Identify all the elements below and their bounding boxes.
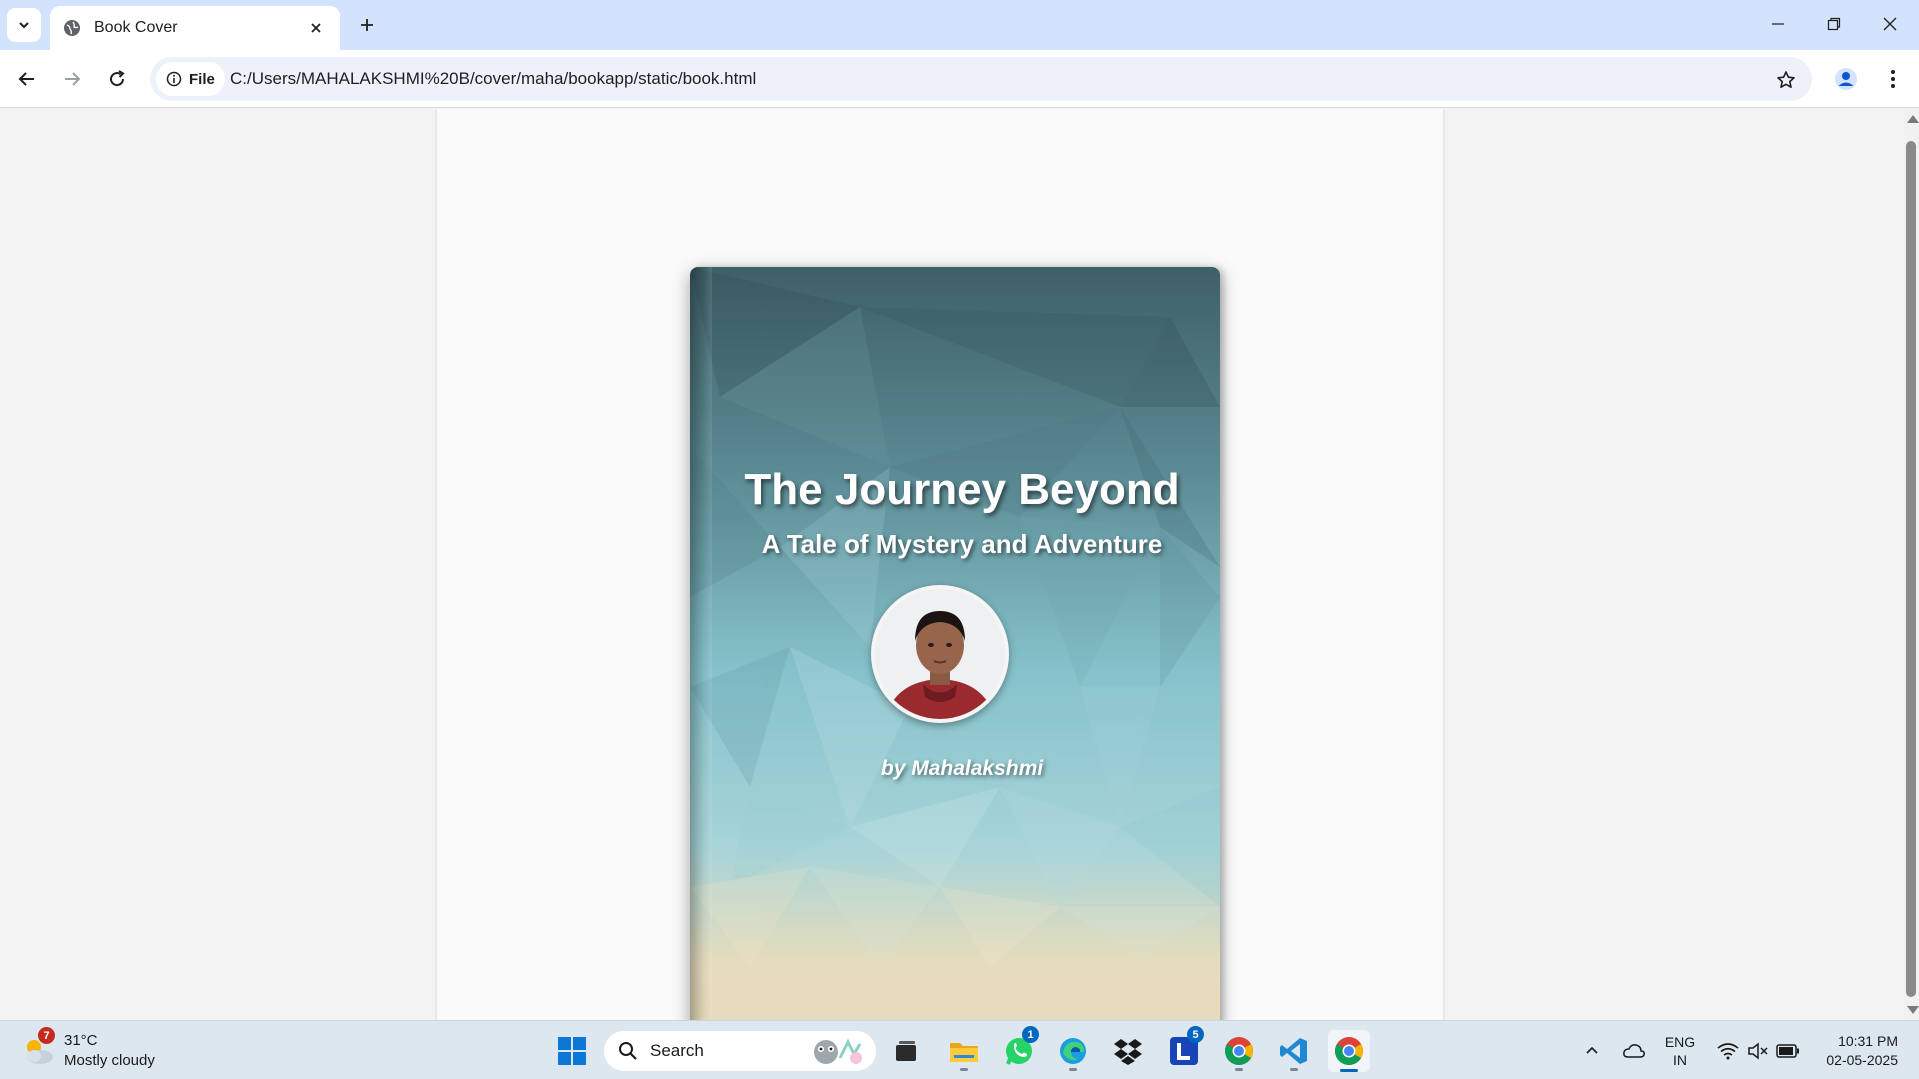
language-indicator[interactable]: ENG IN <box>1660 1021 1700 1079</box>
l-app-button[interactable]: 5 <box>1163 1026 1205 1072</box>
book-subtitle: A Tale of Mystery and Adventure <box>761 529 1163 559</box>
address-bar[interactable]: File C:/Users/MAHALAKSHMI%20B/cover/maha… <box>150 57 1812 101</box>
book-cover: The Journey Beyond A Tale of Mystery and… <box>690 267 1220 1020</box>
running-indicator <box>1290 1068 1298 1071</box>
weather-alert-badge: 7 <box>38 1027 55 1044</box>
l-app-badge: 5 <box>1187 1026 1204 1043</box>
volume-button[interactable] <box>1744 1021 1772 1079</box>
weather-temperature: 31°C <box>64 1032 98 1049</box>
chrome-button[interactable] <box>1218 1030 1260 1072</box>
vscode-button[interactable] <box>1273 1030 1315 1072</box>
running-indicator <box>960 1068 968 1071</box>
windows-taskbar: 7 31°C Mostly cloudy Search 1 5 ENG IN 1… <box>0 1020 1919 1079</box>
globe-icon <box>62 18 82 38</box>
wifi-icon <box>1717 1042 1739 1059</box>
cloud-sun-icon: 7 <box>20 1027 56 1069</box>
clock-time: 10:31 PM <box>1838 1032 1898 1049</box>
new-tab-button[interactable] <box>352 10 382 40</box>
scrollbar-thumb[interactable] <box>1906 141 1916 997</box>
author-portrait-image <box>875 589 1005 719</box>
restore-button[interactable] <box>1806 0 1862 48</box>
info-icon <box>166 71 182 87</box>
battery-button[interactable] <box>1774 1021 1802 1079</box>
file-explorer-button[interactable] <box>943 1030 985 1072</box>
scroll-down-arrow-icon[interactable] <box>1907 1006 1919 1014</box>
vscode-icon <box>1280 1038 1307 1064</box>
tab-book-cover[interactable]: Book Cover <box>50 6 340 50</box>
tab-close-icon[interactable] <box>304 16 328 40</box>
close-icon <box>1883 17 1897 31</box>
chrome-icon <box>1225 1037 1253 1065</box>
whatsapp-button[interactable]: 1 <box>998 1026 1040 1072</box>
minimize-button[interactable] <box>1750 0 1806 48</box>
arrow-right-icon <box>65 72 81 86</box>
windows-logo-icon <box>558 1037 586 1065</box>
weather-condition: Mostly cloudy <box>64 1052 155 1069</box>
scroll-up-arrow-icon[interactable] <box>1907 115 1919 123</box>
site-chip-label: File <box>189 70 215 88</box>
chrome-active-button[interactable] <box>1328 1030 1370 1072</box>
search-icon <box>619 1042 637 1060</box>
edge-icon <box>1060 1038 1086 1064</box>
weather-widget[interactable]: 7 31°C Mostly cloudy <box>20 1027 155 1071</box>
dropbox-button[interactable] <box>1107 1030 1149 1072</box>
book-title: The Journey Beyond <box>744 465 1180 514</box>
book-author: by Mahalakshmi <box>880 757 1044 780</box>
whatsapp-badge: 1 <box>1022 1026 1039 1043</box>
start-button[interactable] <box>551 1030 593 1072</box>
bookmark-button[interactable] <box>1772 66 1800 94</box>
cloud-icon <box>1623 1043 1645 1058</box>
taskbar-search-box[interactable]: Search <box>604 1031 876 1071</box>
kebab-menu-icon <box>1891 70 1895 88</box>
page-scrollbar[interactable] <box>1903 109 1919 1020</box>
minimize-icon <box>1772 23 1784 25</box>
running-indicator <box>1069 1068 1077 1071</box>
close-window-button[interactable] <box>1862 0 1918 48</box>
plus-icon <box>361 19 373 31</box>
active-indicator <box>1340 1069 1358 1072</box>
running-indicator <box>1235 1068 1243 1071</box>
reload-button[interactable] <box>100 62 134 96</box>
forward-button[interactable] <box>55 62 89 96</box>
clock-button[interactable]: 10:31 PM 02-05-2025 <box>1806 1021 1898 1079</box>
tab-title: Book Cover <box>94 19 178 36</box>
chevron-down-icon <box>19 22 29 29</box>
language-code: ENG <box>1664 1033 1696 1050</box>
restore-icon <box>1827 17 1841 31</box>
show-hidden-icons-button[interactable] <box>1578 1021 1606 1079</box>
author-photo <box>871 585 1009 723</box>
battery-icon <box>1776 1043 1799 1058</box>
network-button[interactable] <box>1714 1021 1742 1079</box>
page-viewport: The Journey Beyond A Tale of Mystery and… <box>0 109 1903 1020</box>
back-button[interactable] <box>10 62 44 96</box>
url-text[interactable]: C:/Users/MAHALAKSHMI%20B/cover/maha/book… <box>230 69 756 89</box>
arrow-left-icon <box>18 72 34 86</box>
star-icon <box>1777 71 1795 88</box>
language-region: IN <box>1673 1051 1687 1068</box>
chrome-icon <box>1335 1037 1363 1065</box>
clock-date: 02-05-2025 <box>1826 1051 1898 1068</box>
chevron-up-icon <box>1586 1046 1598 1054</box>
folder-icon <box>950 1043 978 1062</box>
search-label: Search <box>650 1041 704 1060</box>
browser-menu-button[interactable] <box>1876 62 1910 96</box>
book-spine <box>690 267 712 1020</box>
task-view-button[interactable] <box>885 1030 927 1072</box>
browser-toolbar: File C:/Users/MAHALAKSHMI%20B/cover/maha… <box>0 50 1919 108</box>
onedrive-button[interactable] <box>1618 1021 1650 1079</box>
avatar-icon <box>1835 68 1857 90</box>
volume-muted-icon <box>1748 1041 1768 1060</box>
task-view-icon <box>896 1041 916 1061</box>
site-info-chip[interactable]: File <box>156 62 225 96</box>
edge-button[interactable] <box>1052 1030 1094 1072</box>
browser-tab-strip: Book Cover <box>0 0 1919 50</box>
search-highlight-owl-icon <box>814 1038 862 1064</box>
dropbox-icon <box>1114 1039 1142 1065</box>
tab-search-button[interactable] <box>7 8 41 42</box>
profile-button[interactable] <box>1829 62 1863 96</box>
reload-icon <box>110 70 125 87</box>
